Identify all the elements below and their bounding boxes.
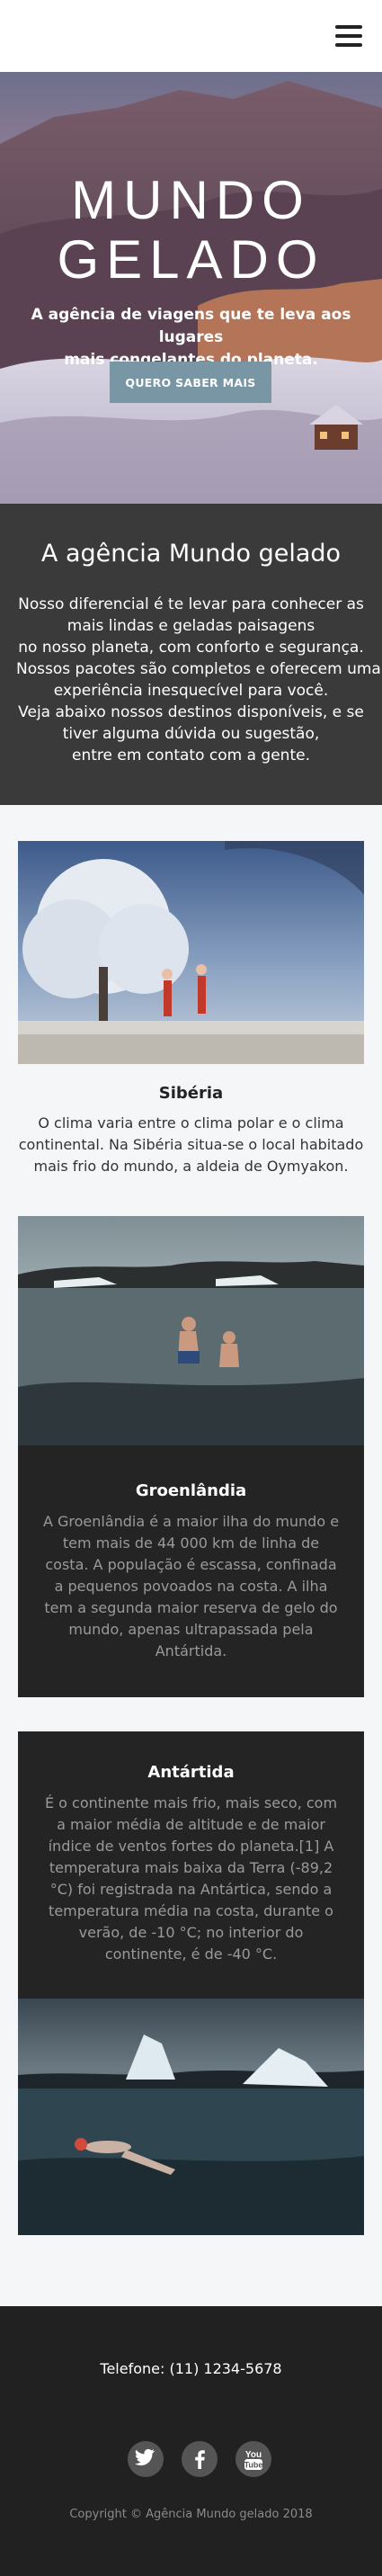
top-navbar [0, 0, 382, 72]
hero-title-line1: MUNDO [71, 170, 311, 230]
siberia-title: Sibéria [158, 1084, 224, 1103]
antartida-image [18, 1999, 364, 2235]
groenlandia-card: Groenlândia A Groenlândia é a maior ilha… [18, 1216, 364, 1697]
groenlandia-image [18, 1216, 364, 1445]
groenlandia-title: Groenlândia [135, 1481, 247, 1500]
siberia-image [18, 841, 364, 1064]
hamburger-menu-icon[interactable] [335, 25, 362, 47]
about-title: A agência Mundo gelado [40, 540, 342, 568]
groenlandia-text: A Groenlândia é a maior ilha do mundo e … [42, 1513, 340, 1659]
facebook-icon[interactable] [182, 2441, 218, 2477]
about-text: Nosso diferencial é te levar para conhec… [16, 595, 381, 765]
phone-text: Telefone: (11) 1234-5678 [100, 2360, 282, 2377]
antartida-text: É o continente mais frio, mais seco, com… [44, 1794, 338, 1963]
antartida-card: Antártida É o continente mais frio, mais… [18, 1731, 364, 2235]
copyright-text: Copyright © Agência Mundo gelado 2018 [69, 2508, 313, 2521]
youtube-icon[interactable]: You Tube [235, 2441, 271, 2477]
antartida-title: Antártida [147, 1763, 235, 1782]
footer: Telefone: (11) 1234-5678 You Tube Copyri… [0, 2306, 382, 2576]
svg-text:Tube: Tube [244, 2461, 263, 2470]
twitter-icon[interactable] [128, 2441, 164, 2477]
about-section: A agência Mundo gelado Nosso diferencial… [0, 504, 382, 805]
hero-banner: MUNDO GELADO A agência de viagens que te… [0, 72, 382, 504]
svg-text:You: You [245, 2450, 262, 2460]
learn-more-button[interactable]: QUERO SABER MAIS [110, 362, 271, 403]
siberia-text: O clima varia entre o clima polar e o cl… [18, 1114, 364, 1175]
hero-title-line2: GELADO [57, 229, 325, 290]
